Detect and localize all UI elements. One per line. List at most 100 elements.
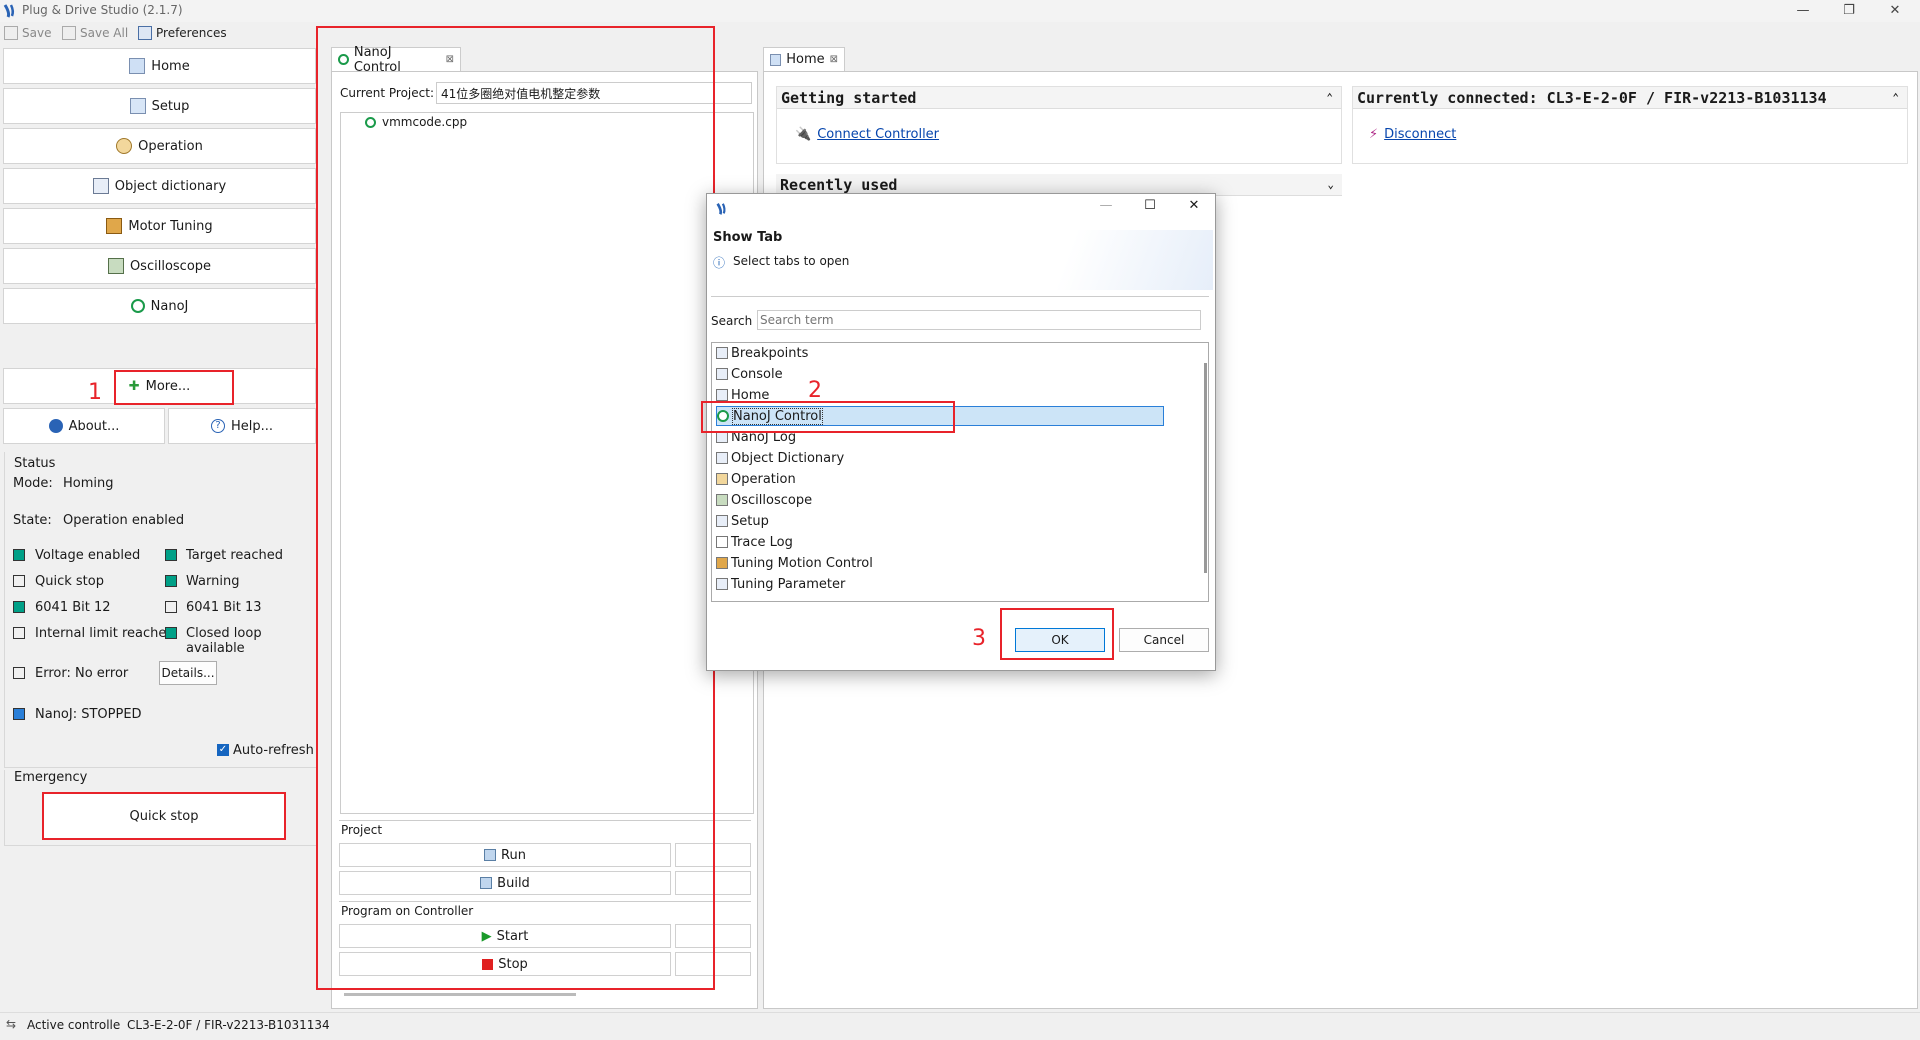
nanoj-indicator [13,708,25,720]
emergency-group: Emergency Quick stop [4,770,318,846]
warning-indicator [165,575,177,587]
connected-title: Currently connected: CL3-E-2-0F / FIR-v2… [1357,89,1827,107]
search-input[interactable] [757,310,1201,330]
oscilloscope-icon [716,494,728,506]
state-label: State: [13,513,52,528]
disconnect-link[interactable]: Disconnect [1384,127,1456,142]
help-button[interactable]: ? Help... [168,408,316,444]
getting-started-header[interactable]: Getting started ⌃ [777,87,1341,109]
closed-loop-label: Closed loop available [186,626,262,656]
app-logo-icon [3,4,15,18]
connection-icon: ⇆ [6,1017,17,1031]
connect-controller-link[interactable]: Connect Controller [817,127,939,142]
preferences-button[interactable]: Preferences [138,26,227,40]
list-item[interactable]: Oscilloscope [716,490,812,510]
quick-stop-indicator [13,575,25,587]
internal-limit-label: Internal limit reached [35,626,175,641]
connected-header[interactable]: Currently connected: CL3-E-2-0F / FIR-v2… [1353,87,1907,109]
list-item[interactable]: Setup [716,511,769,531]
connect-controller-link-row: 🔌 Connect Controller [795,127,939,142]
gears-icon [116,138,133,154]
dialog-maximize-button[interactable]: ☐ [1135,198,1165,213]
annotation-number-2: 2 [808,378,822,403]
divider [711,296,1209,297]
list-item[interactable]: Console [716,364,783,384]
dialog-minimize-button[interactable]: — [1091,198,1121,213]
nav-home-button[interactable]: Home [3,48,316,84]
getting-started-section: Getting started ⌃ 🔌 Connect Controller [776,86,1342,164]
console-icon [716,368,728,380]
nav-object-dictionary-button[interactable]: Object dictionary [3,168,316,204]
quick-stop-label: Quick stop [35,574,104,589]
dialog-title: Show Tab [713,230,783,245]
list-item-label: Tuning Parameter [731,576,846,592]
close-button[interactable]: ✕ [1872,0,1918,22]
tuning-icon [716,557,728,569]
nanoj-status-label: NanoJ: STOPPED [35,707,142,722]
collapse-icon[interactable]: ⌃ [1326,87,1333,109]
breakpoints-icon [716,347,728,359]
details-button[interactable]: Details... [159,661,217,685]
list-item[interactable]: Breakpoints [716,343,808,363]
annotation-box-1 [114,370,234,405]
annotation-number-1: 1 [88,380,102,405]
list-item[interactable]: Object Dictionary [716,448,844,468]
internal-limit-indicator [13,627,25,639]
setup-icon [129,98,146,114]
nav-object-dictionary-label: Object dictionary [114,178,227,194]
nav-nanoj-button[interactable]: NanoJ [3,288,316,324]
list-item-label: Object Dictionary [731,450,845,466]
dialog-close-button[interactable]: ✕ [1179,198,1209,213]
parameter-icon [716,578,728,590]
voltage-enabled-indicator [13,549,25,561]
close-tab-icon[interactable]: ⊠ [830,54,838,65]
bit12-indicator [13,601,25,613]
auto-refresh-label: Auto-refresh [233,743,314,758]
table-icon [716,452,728,464]
dialog-header: Show Tab ⓘ Select tabs to open [707,230,1213,290]
auto-refresh-checkbox[interactable]: ✓ [217,744,229,756]
nanoj-icon [130,299,145,313]
cancel-button[interactable]: Cancel [1119,628,1209,652]
target-reached-indicator [165,549,177,561]
about-button[interactable]: About... [3,408,165,444]
nav-oscilloscope-button[interactable]: Oscilloscope [3,248,316,284]
status-group: Status Mode: Homing State: Operation ena… [4,452,318,768]
list-item[interactable]: Operation [716,469,796,489]
maximize-button[interactable]: ❐ [1826,0,1872,22]
tab-home[interactable]: Home ⊠ [763,47,845,71]
recently-used-title: Recently used [780,176,898,194]
nav-home-label: Home [151,58,190,74]
table-icon [92,178,109,194]
nav-operation-button[interactable]: Operation [3,128,316,164]
annotation-box-3 [1000,608,1114,660]
nav-setup-button[interactable]: Setup [3,88,316,124]
list-scrollbar[interactable] [1204,363,1207,573]
quick-stop-button[interactable]: Quick stop [42,792,286,840]
active-controller-value: CL3-E-2-0F / FIR-v2213-B1031134 [127,1018,330,1032]
nav-motor-tuning-button[interactable]: Motor Tuning [3,208,316,244]
mode-label: Mode: [13,476,53,491]
collapse-icon[interactable]: ⌃ [1892,87,1899,109]
expand-icon[interactable]: ⌄ [1327,174,1334,196]
bit13-label: 6041 Bit 13 [186,600,262,615]
oscilloscope-icon [107,258,124,274]
app-logo-icon [716,203,726,215]
horizontal-scrollbar[interactable] [344,993,576,996]
minimize-button[interactable]: — [1780,0,1826,22]
list-item[interactable]: Tuning Parameter [716,574,845,594]
list-item-label: Oscilloscope [731,492,813,508]
state-value: Operation enabled [63,513,185,528]
trace-log-icon [716,536,728,548]
save-icon [4,26,18,40]
about-label: About... [68,418,120,434]
list-item-label: Operation [731,471,796,487]
list-item[interactable]: Tuning Motion Control [716,553,873,573]
gears-icon [716,473,728,485]
nav-setup-label: Setup [151,98,190,114]
list-item-label: Tuning Motion Control [731,555,873,571]
list-item[interactable]: Trace Log [716,532,793,552]
logo-icon [48,419,63,433]
save-all-button[interactable]: Save All [62,26,128,40]
save-button[interactable]: Save [4,26,51,40]
